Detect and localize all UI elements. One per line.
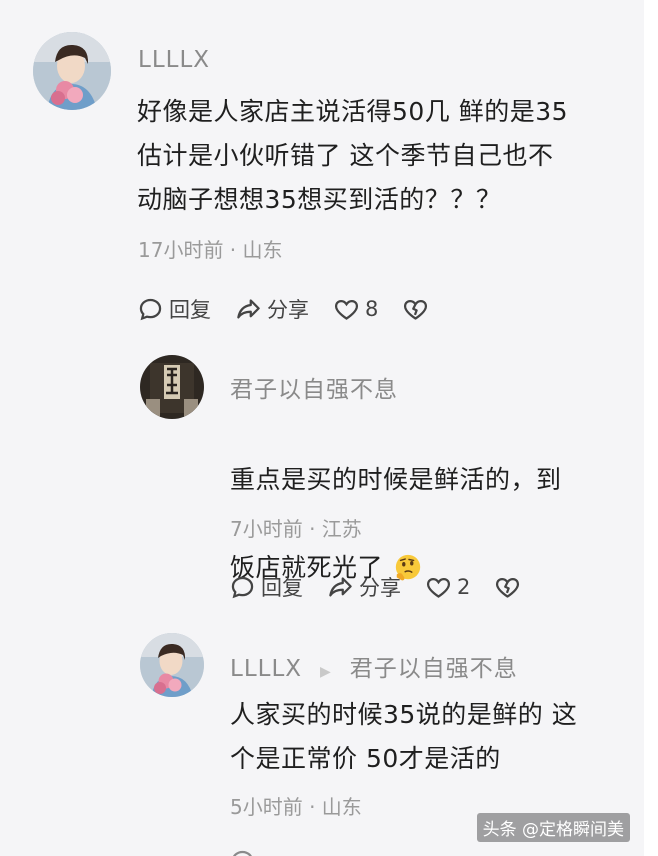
comment-text-line: 重点是买的时候是鲜活的，到 <box>230 465 562 494</box>
avatar[interactable] <box>33 32 111 110</box>
reply-button[interactable]: 回复 <box>229 572 303 602</box>
dislike-button[interactable] <box>494 574 526 601</box>
comment-bubble-icon <box>139 298 162 320</box>
comment-actions: 回复 分享 2 <box>229 572 550 602</box>
reply-label: 回复 <box>169 298 211 322</box>
share-label: 分享 <box>267 298 309 322</box>
like-count: 2 <box>457 575 471 599</box>
comment-meta: 17小时前 · 山东 <box>138 238 283 262</box>
heart-icon <box>334 299 359 320</box>
reply-button[interactable]: 回复 <box>137 294 211 324</box>
reply-label: 回复 <box>261 576 303 600</box>
dislike-button[interactable] <box>402 296 434 323</box>
share-arrow-icon <box>237 298 260 318</box>
share-button[interactable]: 分享 <box>235 294 309 324</box>
reply-button[interactable] <box>229 848 261 856</box>
comment-bubble-icon <box>231 576 254 598</box>
share-button[interactable]: 分享 <box>327 572 401 602</box>
reply-arrow-icon: ▶ <box>320 664 332 680</box>
comment-actions: 回复 分享 8 <box>137 294 458 324</box>
comment-thread: LLLLX 好像是人家店主说活得50几 鲜的是35 估计是小伙听错了 这个季节自… <box>0 0 658 856</box>
avatar[interactable] <box>140 633 204 697</box>
broken-heart-icon <box>404 299 428 320</box>
broken-heart-icon <box>496 577 520 598</box>
like-button[interactable]: 2 <box>425 574 470 601</box>
share-label: 分享 <box>359 576 401 600</box>
comment-actions <box>229 846 285 856</box>
like-button[interactable]: 8 <box>333 296 378 323</box>
heart-icon <box>426 577 451 598</box>
share-arrow-icon <box>329 576 352 596</box>
comment-username[interactable]: LLLLX <box>230 656 302 682</box>
avatar[interactable] <box>140 355 204 419</box>
comment-bubble-icon <box>232 850 253 856</box>
comment-username[interactable]: 君子以自强不息 <box>230 370 398 404</box>
reply-header: LLLLX ▶ 君子以自强不息 <box>230 649 518 683</box>
comment-meta: 7小时前 · 江苏 <box>230 517 362 541</box>
reply-to-username[interactable]: 君子以自强不息 <box>350 656 518 682</box>
like-count: 8 <box>365 297 379 321</box>
watermark: 头条 @定格瞬间美 <box>476 813 630 842</box>
comment-text: 好像是人家店主说活得50几 鲜的是35 估计是小伙听错了 这个季节自己也不 动脑… <box>137 97 569 214</box>
comment-username[interactable]: LLLLX <box>138 47 210 73</box>
comment-text: 人家买的时候35说的是鲜的 这 个是正常价 50才是活的 <box>230 700 578 773</box>
comment-meta: 5小时前 · 山东 <box>230 795 362 819</box>
